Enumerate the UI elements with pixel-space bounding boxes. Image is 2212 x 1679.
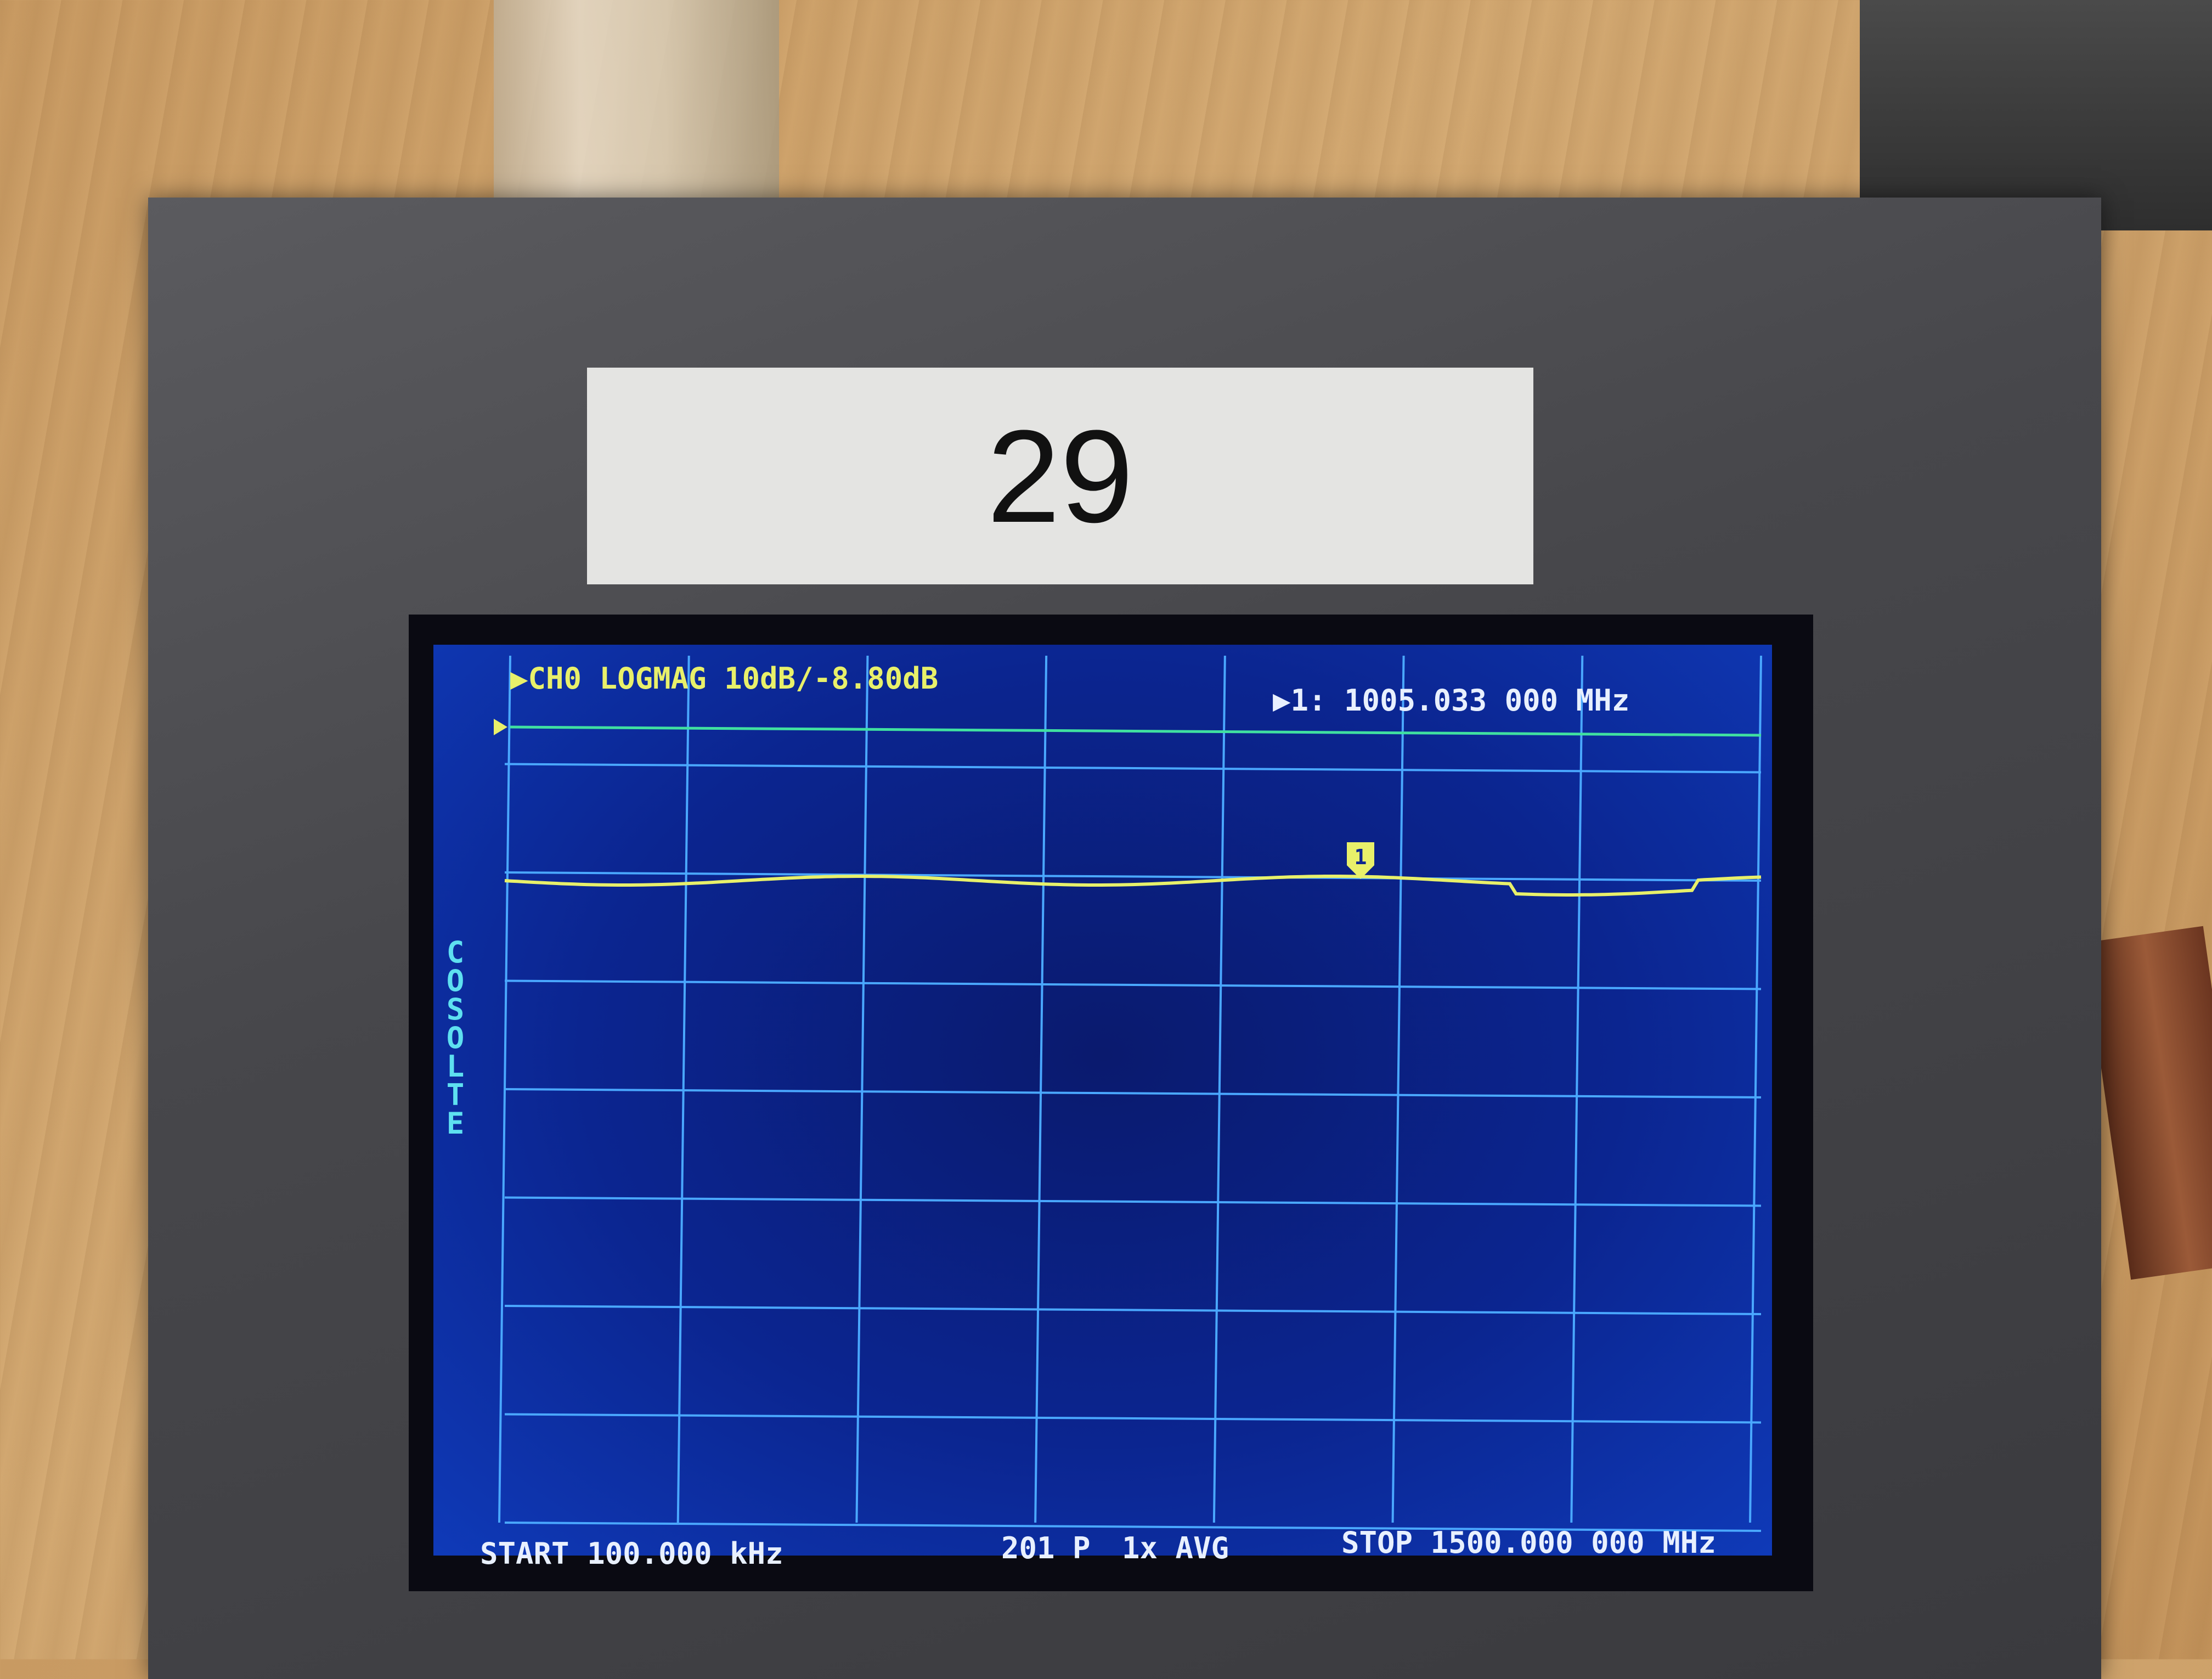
grid-horizontal-line xyxy=(504,1305,1762,1315)
marker-readout: ▶1: 1005.033 000 MHz xyxy=(1273,683,1630,718)
grid-vertical-line xyxy=(676,655,690,1523)
grid-vertical-line xyxy=(1212,655,1226,1523)
calibration-status: COSOLTE xyxy=(446,935,465,1141)
gray-device-corner xyxy=(1860,0,2212,230)
vna-plot: 1 xyxy=(494,655,1762,1532)
grid-horizontal-line xyxy=(504,979,1762,990)
reference-marker-icon xyxy=(494,719,507,735)
device-number: 29 xyxy=(987,402,1133,550)
vna-screen: 1 xyxy=(433,645,1772,1556)
grid-vertical-line xyxy=(1391,655,1405,1523)
grid-horizontal-line xyxy=(504,1088,1762,1098)
grid-vertical-line xyxy=(1570,655,1584,1523)
averaging: 1x AVG xyxy=(1122,1531,1229,1565)
start-frequency: START 100.000 kHz xyxy=(480,1536,783,1571)
grid-horizontal-line xyxy=(504,871,1762,882)
channel-header: ▶CH0 LOGMAG 10dB/-8.80dB xyxy=(510,661,939,696)
stop-frequency: STOP 1500.000 000 MHz xyxy=(1341,1525,1716,1560)
grid-horizontal-line xyxy=(504,763,1762,774)
device-number-label: 29 xyxy=(587,368,1533,584)
sweep-points: 201 P xyxy=(1001,1531,1091,1565)
grid-vertical-line xyxy=(1749,655,1762,1523)
reference-line xyxy=(510,725,1762,737)
usb-connector xyxy=(494,0,779,219)
marker-1-number: 1 xyxy=(1355,845,1367,869)
grid-horizontal-line xyxy=(504,1196,1762,1207)
marker-1-icon: 1 xyxy=(1347,842,1374,879)
grid-vertical-line xyxy=(855,655,869,1523)
grid-vertical-line xyxy=(1034,655,1048,1523)
